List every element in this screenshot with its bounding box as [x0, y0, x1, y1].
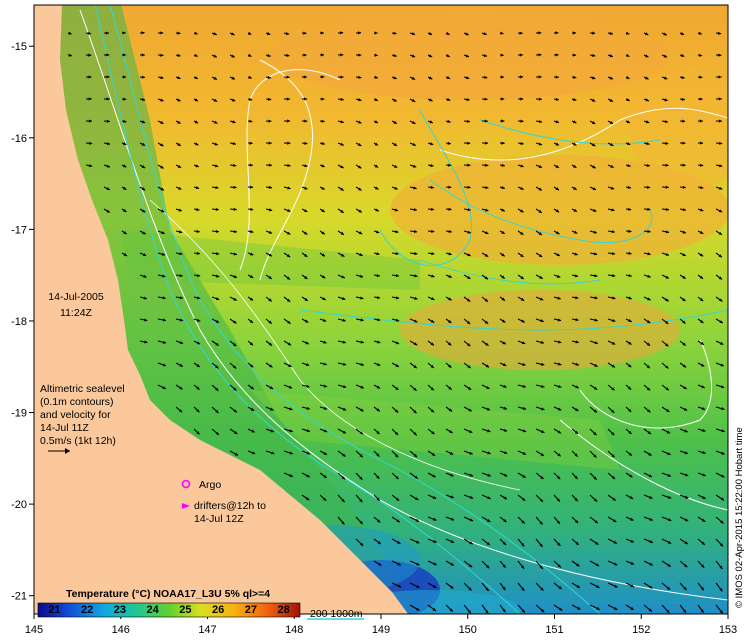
argo-label: Argo [199, 479, 221, 491]
isobath-legend-label: 200 1000m [310, 608, 363, 620]
lon-tick-label: 151 [545, 624, 563, 636]
drifters-date-label: 14-Jul 12Z [194, 513, 244, 525]
colorbar-tick-label: 23 [114, 604, 126, 616]
lat-tick-label: -16 [11, 133, 27, 145]
warm-patch [630, 70, 728, 190]
colorbar-tick-label: 25 [179, 604, 191, 616]
colorbar-tick-label: 27 [245, 604, 257, 616]
lon-tick-label: 150 [459, 624, 477, 636]
legend-line: and velocity for [40, 409, 111, 421]
lat-tick-label: -18 [11, 316, 27, 328]
legend-line: 0.5m/s (1kt 12h) [40, 435, 116, 447]
colorbar-tick-label: 22 [81, 604, 93, 616]
drifters-label: drifters@12h to [194, 500, 266, 512]
colorbar-tick-label: 28 [278, 604, 290, 616]
colorbar-tick-label: 24 [147, 604, 160, 616]
colorbar-tick-label: 26 [212, 604, 224, 616]
legend-line: 14-Jul 11Z [40, 422, 89, 434]
date-label: 14-Jul-2005 [48, 291, 104, 303]
lon-tick-label: 149 [372, 624, 390, 636]
legend-line: Altimetric sealevel [40, 383, 125, 395]
warm-patch [270, 10, 670, 100]
latitude-axis: -15 -16 -17 -18 -19 -20 -21 [11, 41, 34, 603]
legend-line: (0.1m contours) [40, 396, 114, 408]
lat-tick-label: -21 [11, 591, 27, 603]
lat-tick-label: -19 [11, 408, 27, 420]
colorbar [37, 602, 301, 618]
credit-line: © IMOS 02-Apr-2015 15:22:00 Hobart time [734, 427, 745, 608]
lon-tick-label: 145 [25, 624, 43, 636]
lat-tick-label: -15 [11, 41, 27, 53]
lon-tick-label: 148 [285, 624, 303, 636]
lon-tick-label: 147 [198, 624, 216, 636]
time-label: 11:24Z [60, 307, 92, 319]
lon-tick-label: 153 [719, 624, 737, 636]
lon-tick-label: 146 [112, 624, 130, 636]
colorbar-tick-label: 21 [48, 604, 60, 616]
colorbar-title: Temperature (°C) NOAA17_L3U 5% ql>=4 [66, 588, 270, 600]
lon-tick-label: 152 [632, 624, 650, 636]
lat-tick-label: -20 [11, 499, 27, 511]
lat-tick-label: -17 [11, 224, 27, 236]
sea-temperature-map: 145 146 147 148 149 150 151 152 153 -15 -16 -17 -18… [11, 4, 745, 636]
